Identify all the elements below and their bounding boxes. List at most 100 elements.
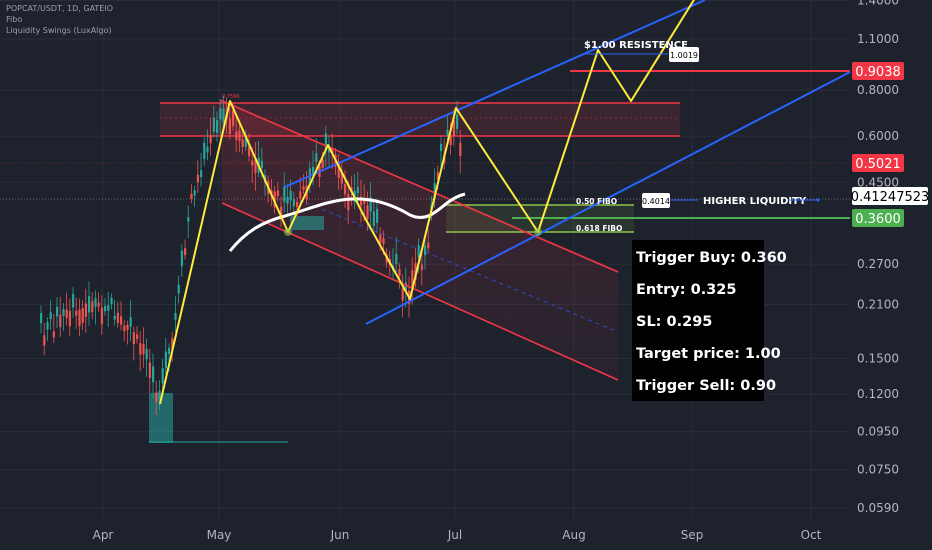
candle-body bbox=[283, 186, 286, 203]
candle-body bbox=[459, 142, 462, 157]
candle-body bbox=[168, 347, 171, 355]
candle-body bbox=[46, 322, 49, 330]
y-tick-label: 0.6000 bbox=[857, 129, 899, 143]
peak-label: 0.7596 bbox=[222, 94, 240, 100]
candle-body bbox=[209, 135, 212, 144]
candle-body bbox=[398, 268, 401, 276]
candle-body bbox=[235, 131, 238, 140]
indicator-liquidity: Liquidity Swings (LuxAlgo) bbox=[6, 26, 112, 35]
candle-body bbox=[196, 174, 199, 183]
candle-body bbox=[424, 245, 427, 256]
candle-body bbox=[440, 143, 443, 152]
candle-body bbox=[456, 114, 459, 129]
candle-body bbox=[190, 193, 193, 199]
trigger-buy-text: Trigger Buy: 0.360 bbox=[636, 250, 787, 266]
candle-body bbox=[286, 196, 289, 204]
candle-body bbox=[40, 313, 43, 324]
candle-body bbox=[427, 242, 430, 249]
candle-body bbox=[299, 191, 302, 199]
x-axis[interactable]: Apr May Jun Jul Aug Sep Oct bbox=[93, 528, 822, 542]
candle-body bbox=[174, 313, 177, 320]
candle-body bbox=[292, 199, 295, 206]
candle-body bbox=[110, 297, 113, 305]
candle-body bbox=[276, 190, 279, 197]
y-tick-label: 0.0590 bbox=[857, 501, 899, 515]
candle-body bbox=[62, 309, 65, 316]
candle-body bbox=[97, 302, 100, 307]
candle-body bbox=[129, 317, 132, 327]
x-tick-label: Aug bbox=[562, 528, 585, 542]
candle-body bbox=[366, 205, 369, 220]
candle-body bbox=[84, 303, 87, 317]
candle-body bbox=[260, 160, 263, 169]
candle-body bbox=[232, 110, 235, 126]
y-tick-label: 0.1200 bbox=[857, 387, 899, 401]
candle-body bbox=[75, 310, 78, 316]
candle-body bbox=[164, 351, 167, 369]
trade-plan-box: Trigger Buy: 0.360 Entry: 0.325 SL: 0.29… bbox=[632, 240, 787, 401]
candle-body bbox=[344, 184, 347, 195]
y-tick-label: 1.1000 bbox=[857, 32, 899, 46]
y-tick-label: 0.0750 bbox=[857, 463, 899, 477]
candle-body bbox=[212, 117, 215, 132]
price-badge-label: 0.9038 bbox=[855, 65, 901, 80]
candle-body bbox=[49, 312, 52, 320]
candle-body bbox=[100, 307, 103, 325]
candle-body bbox=[187, 217, 190, 222]
y-tick-label: 0.2700 bbox=[857, 257, 899, 271]
candle-body bbox=[379, 234, 382, 244]
candle-body bbox=[302, 186, 305, 191]
x-tick-label: Apr bbox=[93, 528, 114, 542]
candle-body bbox=[203, 142, 206, 159]
candle-body bbox=[347, 194, 350, 211]
candle-body bbox=[395, 253, 398, 265]
candle-body bbox=[123, 325, 126, 332]
candle-body bbox=[136, 334, 139, 340]
entry-text: Entry: 0.325 bbox=[636, 282, 737, 298]
candle-body bbox=[43, 335, 46, 346]
candle-body bbox=[120, 316, 123, 325]
candle-body bbox=[56, 306, 59, 317]
y-tick-label: 0.2100 bbox=[857, 297, 899, 311]
candle-body bbox=[177, 284, 180, 294]
candle-body bbox=[139, 343, 142, 355]
candle-body bbox=[238, 130, 241, 142]
candle-body bbox=[78, 309, 81, 326]
symbol-line: POPCAT/USDT, 1D, GATEIO bbox=[6, 4, 114, 13]
candle-body bbox=[94, 298, 97, 308]
candle-body bbox=[420, 264, 423, 270]
price-badge-label: 0.41247523 bbox=[851, 190, 930, 205]
x-tick-label: Sep bbox=[681, 528, 704, 542]
x-tick-label: Oct bbox=[801, 528, 822, 542]
liquidity-value: 0.4014 bbox=[642, 197, 670, 206]
chart-stage: $1.00 RESISTENCE 1.0019 0.50 FIBO 0.618 … bbox=[0, 0, 932, 550]
candle-body bbox=[65, 309, 68, 318]
trigger-sell-text: Trigger Sell: 0.90 bbox=[636, 378, 777, 394]
candle-body bbox=[228, 118, 231, 135]
candle-body bbox=[113, 315, 116, 320]
x-tick-label: Jul bbox=[447, 528, 462, 542]
candle-body bbox=[241, 139, 244, 148]
candle-body bbox=[152, 366, 155, 383]
target-price-text: Target price: 1.00 bbox=[636, 346, 781, 362]
candle-body bbox=[52, 331, 55, 338]
touch-point bbox=[284, 228, 292, 236]
fibo-50-label: 0.50 FIBO bbox=[576, 197, 617, 206]
candle-body bbox=[251, 160, 254, 166]
candle-body bbox=[356, 187, 359, 194]
candle-body bbox=[446, 129, 449, 136]
candle-body bbox=[184, 248, 187, 256]
candle-body bbox=[91, 301, 94, 313]
indicator-fibo: Fibo bbox=[6, 15, 23, 24]
stop-loss-text: SL: 0.295 bbox=[636, 314, 713, 330]
candle-body bbox=[200, 170, 203, 177]
candle-body bbox=[372, 211, 375, 226]
price-chart[interactable]: $1.00 RESISTENCE 1.0019 0.50 FIBO 0.618 … bbox=[0, 0, 932, 550]
candle-body bbox=[382, 238, 385, 244]
price-badge-label: 0.3600 bbox=[855, 212, 901, 227]
candle-body bbox=[68, 310, 71, 327]
liquidity-label: HIGHER LIQUIDITY bbox=[703, 196, 807, 207]
candle-body bbox=[59, 314, 62, 327]
candle-body bbox=[142, 343, 145, 355]
candle-body bbox=[72, 293, 75, 308]
